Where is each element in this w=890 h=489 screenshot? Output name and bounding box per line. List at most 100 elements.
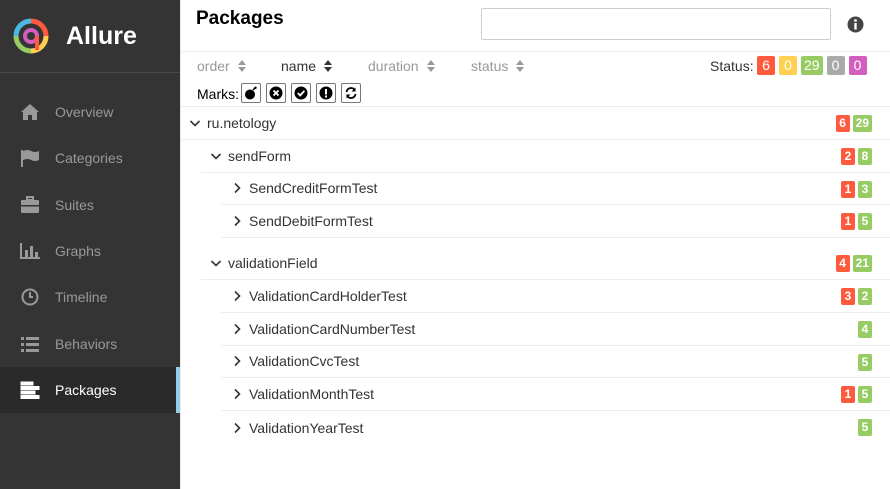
flaky-toggle[interactable] — [241, 83, 261, 103]
sidebar-menu: Overview Categories Suites Graphs Timeli… — [0, 89, 180, 414]
home-icon — [19, 101, 41, 123]
status-broken-toggle[interactable]: 0 — [779, 56, 797, 75]
chevron-down-icon — [189, 117, 201, 129]
briefcase-icon — [19, 194, 41, 216]
passed-count-badge: 2 — [858, 287, 872, 305]
new-passed-toggle[interactable] — [291, 83, 311, 103]
list-icon — [19, 333, 41, 355]
failed-count-badge: 2 — [841, 147, 855, 165]
sidebar-item-behaviors[interactable]: Behaviors — [0, 320, 180, 366]
flag-icon — [19, 147, 41, 169]
page-title: Packages — [196, 8, 284, 29]
tree-node-leaf[interactable]: SendDebitFormTest 1 5 — [221, 205, 890, 239]
bar-chart-icon — [19, 240, 41, 262]
passed-count-badge: 4 — [858, 320, 872, 338]
info-icon[interactable] — [847, 16, 864, 33]
chevron-right-icon — [231, 215, 243, 227]
sidebar-item-categories[interactable]: Categories — [0, 135, 180, 181]
tree-node-leaf[interactable]: ValidationCardNumberTest 4 — [221, 313, 890, 346]
passed-count-badge: 5 — [858, 213, 872, 231]
failed-count-badge: 1 — [841, 213, 855, 231]
page-header: Packages — [181, 0, 890, 52]
sort-label: name — [281, 58, 317, 74]
status-counts: 3 2 — [841, 287, 872, 305]
status-counts: 4 21 — [835, 255, 872, 273]
sidebar-item-packages[interactable]: Packages — [0, 366, 180, 414]
passed-count-badge: 21 — [852, 255, 872, 273]
status-counts: 5 — [858, 419, 872, 437]
status-counts: 6 29 — [835, 115, 872, 132]
tree-node-name: ValidationMonthTest — [249, 386, 375, 403]
tree-node-name: ValidationCardNumberTest — [249, 320, 416, 337]
sort-label: duration — [368, 58, 419, 74]
tree-node-name: ValidationCardHolderTest — [249, 287, 407, 304]
tree-node-name: sendForm — [228, 147, 292, 164]
chevron-right-icon — [231, 182, 243, 194]
align-left-icon — [19, 379, 41, 401]
status-passed-toggle[interactable]: 29 — [801, 56, 823, 75]
failed-count-badge: 1 — [841, 180, 855, 198]
passed-count-badge: 5 — [858, 419, 872, 437]
packages-tree: ru.netology 6 29 sendForm 2 8 SendCredit… — [181, 107, 890, 444]
status-unknown-toggle[interactable]: 0 — [848, 56, 867, 75]
sort-icon — [237, 60, 246, 72]
marks-bar: Marks: — [181, 80, 890, 107]
status-counts: 1 3 — [841, 180, 872, 198]
sidebar-item-timeline[interactable]: Timeline — [0, 274, 180, 320]
sort-by-name[interactable]: name — [281, 58, 333, 74]
sidebar-item-label: Categories — [55, 150, 123, 167]
chevron-right-icon — [231, 388, 243, 400]
failed-count-badge: 1 — [841, 386, 855, 404]
sidebar-item-label: Graphs — [55, 243, 101, 260]
failed-count-badge: 4 — [835, 255, 850, 273]
new-failed-toggle[interactable] — [266, 83, 286, 103]
sort-by-duration[interactable]: duration — [368, 58, 435, 74]
tree-node-group[interactable]: sendForm 2 8 — [201, 140, 890, 173]
sidebar-item-label: Suites — [55, 196, 94, 213]
failed-count-badge: 6 — [835, 115, 850, 132]
tree-node-group[interactable]: validationField 4 21 — [201, 247, 890, 280]
search-input[interactable] — [481, 8, 831, 40]
chevron-right-icon — [231, 355, 243, 367]
failed-count-badge: 3 — [841, 287, 855, 305]
chevron-right-icon — [231, 422, 243, 434]
chevron-right-icon — [231, 323, 243, 335]
sort-label: status — [471, 58, 509, 74]
sidebar-item-overview[interactable]: Overview — [0, 89, 180, 135]
clock-icon — [19, 286, 41, 308]
tree-node-root[interactable]: ru.netology 6 29 — [181, 107, 890, 140]
passed-count-badge: 5 — [858, 386, 872, 404]
tree-node-leaf[interactable]: ValidationCvcTest 5 — [221, 346, 890, 379]
retries-status-change-toggle[interactable] — [341, 83, 361, 103]
tree-node-name: ru.netology — [207, 114, 277, 131]
tree-node-name: SendDebitFormTest — [249, 213, 373, 230]
chevron-right-icon — [231, 290, 243, 302]
sort-label: order — [197, 58, 230, 74]
status-failed-toggle[interactable]: 6 — [757, 56, 775, 75]
status-skipped-toggle[interactable]: 0 — [826, 56, 845, 75]
retries-status-change-icon — [345, 87, 357, 99]
status-counts: 5 — [858, 353, 872, 371]
passed-count-badge: 3 — [858, 180, 872, 198]
sidebar-item-label: Overview — [55, 104, 114, 121]
passed-count-badge: 29 — [852, 115, 872, 132]
sidebar-item-suites[interactable]: Suites — [0, 182, 180, 228]
tree-node-leaf[interactable]: SendCreditFormTest 1 3 — [221, 173, 890, 206]
tree-node-leaf[interactable]: ValidationMonthTest 1 5 — [221, 378, 890, 412]
tree-node-name: validationField — [228, 255, 318, 272]
status-filter-label: Status: — [710, 58, 754, 74]
tree-node-leaf[interactable]: ValidationYearTest 5 — [221, 411, 890, 444]
tree-node-name: SendCreditFormTest — [249, 180, 378, 197]
new-broken-toggle[interactable] — [316, 83, 336, 103]
sidebar-item-graphs[interactable]: Graphs — [0, 228, 180, 274]
sort-by-order[interactable]: order — [197, 58, 246, 74]
status-counts: 1 5 — [841, 213, 872, 231]
marks-label: Marks: — [197, 86, 239, 102]
sort-icon — [324, 60, 333, 72]
sort-by-status[interactable]: status — [471, 58, 525, 74]
brand[interactable]: Allure — [0, 0, 180, 73]
tree-node-name: ValidationCvcTest — [249, 353, 360, 370]
sort-bar: order name duration status Status: 6 0 2… — [181, 52, 890, 80]
sidebar: Allure Overview Categories Suites Graphs — [0, 0, 180, 489]
tree-node-leaf[interactable]: ValidationCardHolderTest 3 2 — [221, 280, 890, 313]
